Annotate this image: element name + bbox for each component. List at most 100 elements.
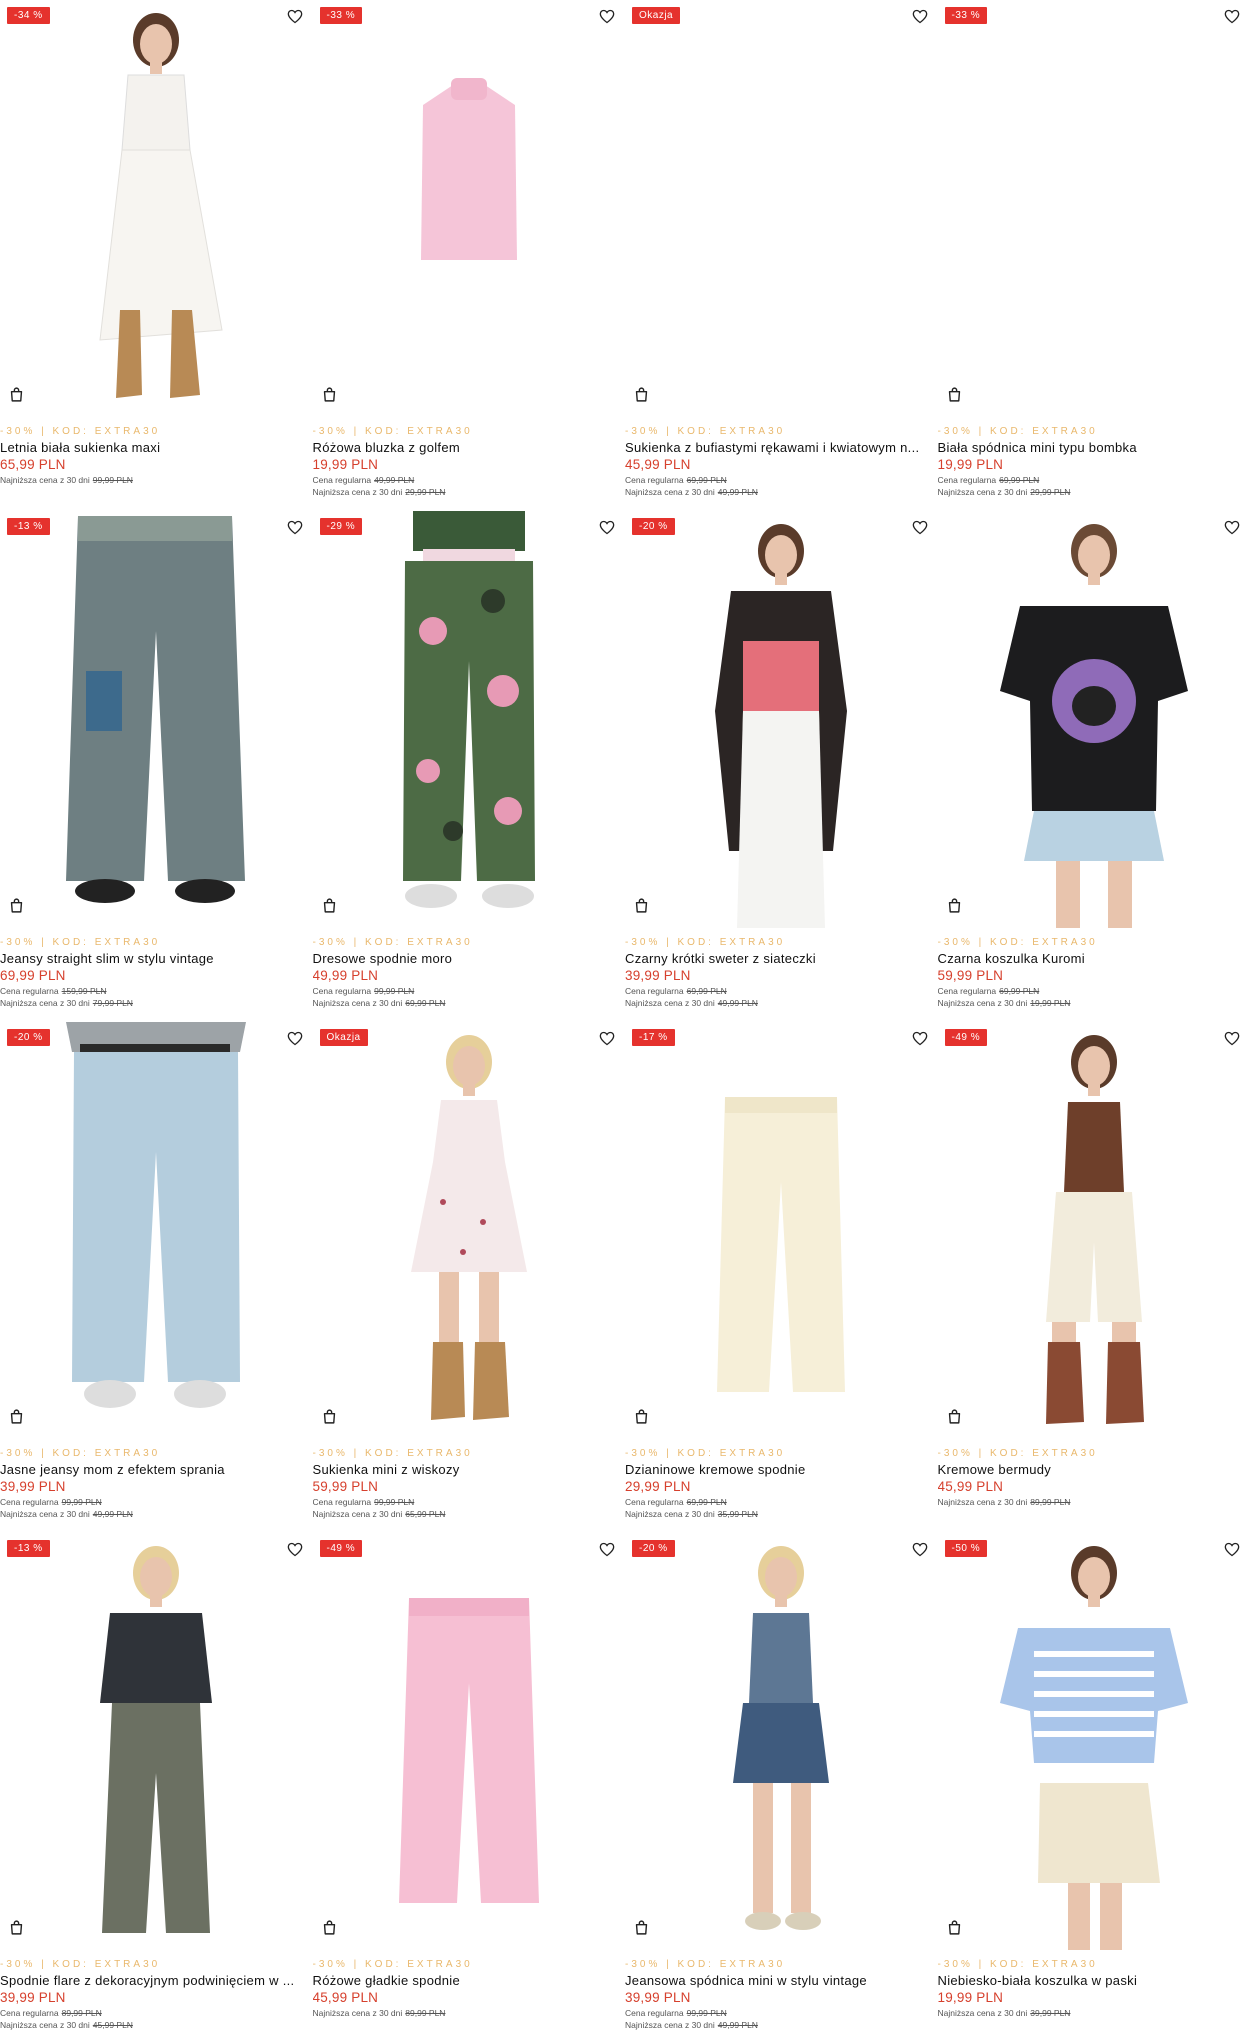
shopping-bag-icon[interactable] [321, 1919, 339, 1937]
product-card[interactable]: Okazja -30% | KOD: EXTRA30 Sukienka z bu… [625, 0, 938, 511]
promo-code-text: -30% | KOD: EXTRA30 [938, 936, 1244, 950]
product-name[interactable]: Jeansy straight slim w stylu vintage [0, 950, 306, 967]
product-image[interactable] [938, 1022, 1250, 1439]
product-name[interactable]: Letnia biała sukienka maxi [0, 439, 306, 456]
product-image[interactable] [313, 511, 626, 928]
shopping-bag-icon[interactable] [8, 386, 26, 404]
lowest-price: 99,99 PLN [93, 475, 133, 485]
product-card[interactable]: -49 % -30% | KOD: EXTRA30 Różowe gładkie… [313, 1533, 626, 2044]
heart-outline-icon[interactable] [1222, 1028, 1242, 1048]
regular-price-row: Cena regularna99,99 PLN [625, 2007, 931, 2019]
discount-badge: -13 % [7, 518, 50, 535]
product-image[interactable] [0, 1533, 313, 1950]
lowest-price-label: Najniższa cena z 30 dni [0, 475, 90, 485]
product-image[interactable] [938, 1533, 1250, 1950]
product-image[interactable] [938, 0, 1250, 417]
product-card[interactable]: -34 % -30% | KOD: EXTRA30 Letnia biała s… [0, 0, 313, 511]
heart-outline-icon[interactable] [597, 1539, 617, 1559]
product-image[interactable] [313, 0, 626, 417]
heart-outline-icon[interactable] [1222, 517, 1242, 537]
shopping-bag-icon[interactable] [8, 1919, 26, 1937]
product-card[interactable]: -17 % -30% | KOD: EXTRA30 Dzianinowe kre… [625, 1022, 938, 1533]
heart-outline-icon[interactable] [910, 1539, 930, 1559]
product-card[interactable]: -13 % -30% | KOD: EXTRA30 Jeansy straigh… [0, 511, 313, 1022]
product-card[interactable]: -29 % -30% | KOD: EXTRA30 Dresowe spodni… [313, 511, 626, 1022]
lowest-price-label: Najniższa cena z 30 dni [938, 1497, 1028, 1507]
product-image[interactable] [625, 0, 938, 417]
heart-outline-icon[interactable] [285, 517, 305, 537]
product-card[interactable]: -49 % -30% | KOD: EXTRA30 Kremowe bermud… [938, 1022, 1250, 1533]
promo-code-text: -30% | KOD: EXTRA30 [0, 936, 306, 950]
shopping-bag-icon[interactable] [633, 1408, 651, 1426]
heart-outline-icon[interactable] [597, 1028, 617, 1048]
product-photo-illustration [938, 0, 1250, 417]
heart-outline-icon[interactable] [285, 1028, 305, 1048]
heart-outline-icon[interactable] [1222, 6, 1242, 26]
shopping-bag-icon[interactable] [321, 1408, 339, 1426]
product-name[interactable]: Różowe gładkie spodnie [313, 1972, 619, 1989]
shopping-bag-icon[interactable] [321, 386, 339, 404]
heart-outline-icon[interactable] [910, 517, 930, 537]
product-card[interactable]: -33 % -30% | KOD: EXTRA30 Różowa bluzka … [313, 0, 626, 511]
product-image[interactable] [938, 511, 1250, 928]
product-name[interactable]: Jasne jeansy mom z efektem sprania [0, 1461, 306, 1478]
shopping-bag-icon[interactable] [633, 1919, 651, 1937]
product-name[interactable]: Sukienka mini z wiskozy [313, 1461, 619, 1478]
shopping-bag-icon[interactable] [946, 897, 964, 915]
heart-outline-icon[interactable] [910, 1028, 930, 1048]
discount-badge: -17 % [632, 1029, 675, 1046]
shopping-bag-icon[interactable] [321, 897, 339, 915]
lowest-price: 69,99 PLN [405, 998, 445, 1008]
product-name[interactable]: Spodnie flare z dekoracyjnym podwinięcie… [0, 1972, 306, 1989]
product-image[interactable] [0, 1022, 313, 1439]
product-name[interactable]: Jeansowa spódnica mini w stylu vintage [625, 1972, 931, 1989]
regular-price: 69,99 PLN [687, 475, 727, 485]
shopping-bag-icon[interactable] [633, 897, 651, 915]
lowest-price-row: Najniższa cena z 30 dni65,99 PLN [313, 1508, 619, 1520]
shopping-bag-icon[interactable] [8, 1408, 26, 1426]
product-image[interactable] [625, 1533, 938, 1950]
product-name[interactable]: Czarny krótki sweter z siateczki [625, 950, 931, 967]
product-card[interactable]: -20 % -30% | KOD: EXTRA30 Czarny krótki … [625, 511, 938, 1022]
product-card[interactable]: -33 % -30% | KOD: EXTRA30 Biała spódnica… [938, 0, 1250, 511]
product-name[interactable]: Kremowe bermudy [938, 1461, 1244, 1478]
product-card[interactable]: -20 % -30% | KOD: EXTRA30 Jeansowa spódn… [625, 1533, 938, 2044]
lowest-price: 49,99 PLN [718, 487, 758, 497]
product-name[interactable]: Niebiesko-biała koszulka w paski [938, 1972, 1244, 1989]
shopping-bag-icon[interactable] [8, 897, 26, 915]
product-image[interactable] [0, 511, 313, 928]
product-image[interactable] [0, 0, 313, 417]
heart-outline-icon[interactable] [597, 6, 617, 26]
product-card[interactable]: -50 % -30% | KOD: EXTRA30 Niebiesko-biał… [938, 1533, 1250, 2044]
product-photo-illustration [938, 1533, 1250, 1950]
product-image[interactable] [625, 1022, 938, 1439]
lowest-price: 89,99 PLN [405, 2008, 445, 2018]
lowest-price-row: Najniższa cena z 30 dni29,99 PLN [313, 486, 619, 498]
product-image[interactable] [313, 1533, 626, 1950]
product-card[interactable]: -13 % -30% | KOD: EXTRA30 Spodnie flare … [0, 1533, 313, 2044]
lowest-price-row: Najniższa cena z 30 dni79,99 PLN [0, 997, 306, 1009]
heart-outline-icon[interactable] [285, 6, 305, 26]
heart-outline-icon[interactable] [1222, 1539, 1242, 1559]
regular-price-row: Cena regularna69,99 PLN [625, 985, 931, 997]
product-card[interactable]: Okazja -30% | KOD: EXTRA30 Sukienka mini… [313, 1022, 626, 1533]
product-name[interactable]: Dzianinowe kremowe spodnie [625, 1461, 931, 1478]
promo-code-text: -30% | KOD: EXTRA30 [313, 425, 619, 439]
product-name[interactable]: Czarna koszulka Kuromi [938, 950, 1244, 967]
heart-outline-icon[interactable] [910, 6, 930, 26]
product-name[interactable]: Sukienka z bufiastymi rękawami i kwiatow… [625, 439, 931, 456]
product-image[interactable] [313, 1022, 626, 1439]
shopping-bag-icon[interactable] [633, 386, 651, 404]
product-card[interactable]: -30% | KOD: EXTRA30 Czarna koszulka Kuro… [938, 511, 1250, 1022]
product-card[interactable]: -20 % -30% | KOD: EXTRA30 Jasne jeansy m… [0, 1022, 313, 1533]
heart-outline-icon[interactable] [285, 1539, 305, 1559]
shopping-bag-icon[interactable] [946, 386, 964, 404]
shopping-bag-icon[interactable] [946, 1408, 964, 1426]
product-name[interactable]: Dresowe spodnie moro [313, 950, 619, 967]
heart-outline-icon[interactable] [597, 517, 617, 537]
product-name[interactable]: Biała spódnica mini typu bombka [938, 439, 1244, 456]
product-image[interactable] [625, 511, 938, 928]
shopping-bag-icon[interactable] [946, 1919, 964, 1937]
product-name[interactable]: Różowa bluzka z golfem [313, 439, 619, 456]
lowest-price-label: Najniższa cena z 30 dni [0, 998, 90, 1008]
